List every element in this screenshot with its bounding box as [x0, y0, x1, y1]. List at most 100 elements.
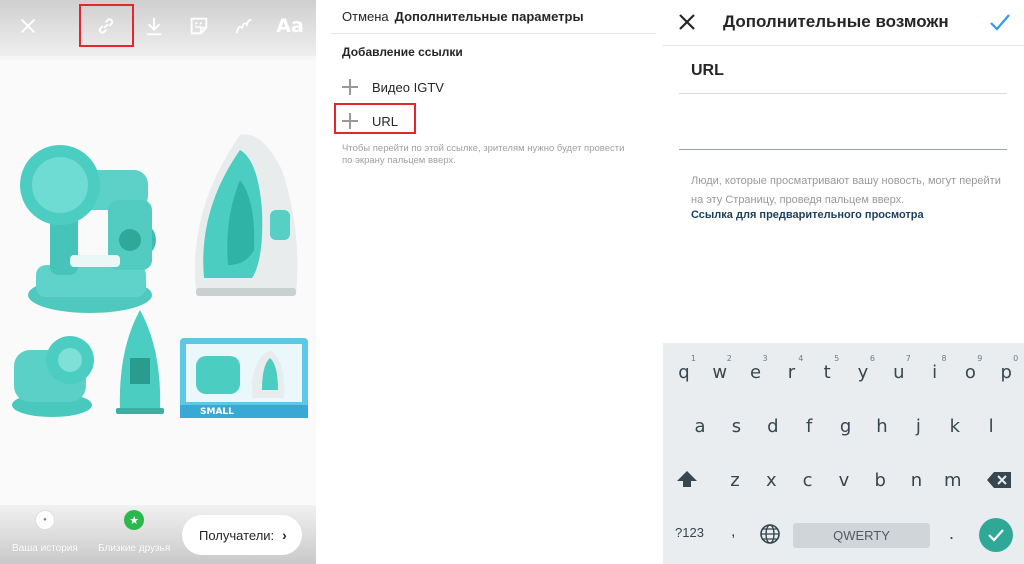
key-z[interactable]: z — [717, 460, 753, 500]
key-number-hint: 2 — [726, 354, 732, 363]
key-label: o — [964, 361, 976, 383]
story-photo: SMALL — [0, 60, 316, 510]
key-e[interactable]: 3e — [738, 349, 774, 389]
page-title: Дополнительные возможн — [723, 12, 949, 31]
preview-link[interactable]: Ссылка для предварительного просмотра — [691, 209, 924, 221]
url-item-highlight — [334, 103, 416, 134]
backspace-key[interactable] — [981, 460, 1017, 500]
link-icon-highlight — [79, 4, 134, 47]
story-bottom-bar: ● Ваша история ★ Близкие друзья Получате… — [0, 505, 316, 564]
key-label: q — [678, 361, 690, 383]
key-number-hint: 5 — [834, 354, 840, 363]
key-label: y — [857, 361, 869, 383]
key-number-hint: 7 — [905, 354, 911, 363]
shift-icon — [677, 471, 697, 487]
key-w[interactable]: 2w — [702, 349, 738, 389]
toy-sewing-machine-and-iron-image: SMALL — [12, 134, 308, 418]
key-j[interactable]: j — [900, 406, 936, 446]
close-icon[interactable] — [12, 10, 44, 42]
key-number-hint: 1 — [690, 354, 696, 363]
star-icon: ★ — [124, 510, 145, 530]
key-f[interactable]: f — [791, 406, 827, 446]
url-hint-text: Люди, которые просматривают вашу новость… — [691, 175, 1001, 206]
page-title: Дополнительные параметры — [394, 9, 584, 24]
symbols-key[interactable]: ?123 — [675, 525, 704, 540]
key-label: t — [823, 361, 831, 383]
extra-settings-panel: Отмена Дополнительные параметры Добавлен… — [330, 0, 656, 564]
key-n[interactable]: n — [899, 460, 935, 500]
check-icon[interactable] — [988, 10, 1012, 34]
section-title: Добавление ссылки — [342, 45, 463, 59]
key-number-hint: 9 — [977, 354, 983, 363]
your-story-button[interactable]: ● Ваша история — [12, 510, 78, 554]
key-m[interactable]: m — [935, 460, 971, 500]
key-label: r — [787, 361, 796, 383]
key-i[interactable]: 8i — [917, 349, 953, 389]
key-number-hint: 8 — [941, 354, 947, 363]
key-h[interactable]: h — [864, 406, 900, 446]
key-t[interactable]: 5t — [809, 349, 845, 389]
link-hint-text: Чтобы перейти по этой ссылке, зрителям н… — [342, 143, 625, 166]
recipients-button[interactable]: Получатели: › — [182, 515, 302, 555]
avatar: ● — [34, 510, 55, 530]
plus-icon — [342, 79, 358, 95]
settings-header: Отмена Дополнительные параметры — [330, 0, 656, 34]
keyboard-row-1: 1q2w3e4r5t6y7u8i9o0p — [663, 349, 1024, 389]
keyboard-row-2: asdfghjkl — [663, 406, 1024, 446]
enter-key[interactable] — [979, 518, 1013, 552]
space-key[interactable]: QWERTY — [793, 523, 930, 548]
key-l[interactable]: l — [973, 406, 1009, 446]
close-icon[interactable] — [675, 10, 699, 34]
key-k[interactable]: k — [937, 406, 973, 446]
backspace-icon — [987, 472, 1011, 488]
box-brand-text: SMALL — [200, 407, 234, 417]
key-c[interactable]: c — [790, 460, 826, 500]
download-icon[interactable] — [138, 10, 170, 42]
comma-key[interactable]: , — [731, 523, 735, 541]
keyboard-row-3: zxcvbnm — [663, 460, 1024, 500]
divider — [679, 93, 1007, 94]
key-p[interactable]: 0p — [988, 349, 1024, 389]
key-number-hint: 0 — [1013, 354, 1019, 363]
url-input-underline — [679, 149, 1007, 150]
key-r[interactable]: 4r — [773, 349, 809, 389]
key-v[interactable]: v — [826, 460, 862, 500]
on-screen-keyboard: 1q2w3e4r5t6y7u8i9o0p asdfghjkl zxcvbnm ?… — [663, 343, 1024, 564]
story-editor-panel: Aa SMALL ● Ваша история ★ Близкие друзья… — [0, 0, 316, 564]
shift-key[interactable] — [671, 460, 703, 500]
url-input[interactable] — [679, 100, 1007, 148]
url-form-panel: Дополнительные возможн URL Люди, которые… — [663, 0, 1024, 564]
key-number-hint: 6 — [869, 354, 875, 363]
language-key[interactable] — [759, 523, 781, 550]
key-label: p — [1000, 361, 1012, 383]
key-label: w — [712, 361, 728, 383]
key-b[interactable]: b — [862, 460, 898, 500]
add-igtv-video-item[interactable]: Видео IGTV — [342, 76, 444, 98]
globe-icon — [760, 524, 780, 544]
key-a[interactable]: a — [682, 406, 718, 446]
key-y[interactable]: 6y — [845, 349, 881, 389]
text-tool-button[interactable]: Aa — [274, 10, 306, 42]
key-number-hint: 3 — [762, 354, 768, 363]
key-label: u — [893, 361, 905, 383]
close-friends-button[interactable]: ★ Близкие друзья — [98, 510, 170, 554]
sticker-icon[interactable] — [183, 10, 215, 42]
key-g[interactable]: g — [828, 406, 864, 446]
key-u[interactable]: 7u — [881, 349, 917, 389]
key-d[interactable]: d — [755, 406, 791, 446]
draw-icon[interactable] — [228, 10, 260, 42]
key-label: i — [932, 361, 938, 383]
check-icon — [988, 529, 1004, 542]
key-label: e — [750, 361, 762, 383]
key-q[interactable]: 1q — [666, 349, 702, 389]
url-form-header: Дополнительные возможн — [663, 0, 1024, 46]
key-number-hint: 4 — [798, 354, 804, 363]
cancel-button[interactable]: Отмена — [342, 9, 389, 24]
story-toolbar: Aa — [0, 0, 316, 56]
url-field-label: URL — [691, 62, 724, 79]
key-s[interactable]: s — [718, 406, 754, 446]
key-o[interactable]: 9o — [952, 349, 988, 389]
period-key[interactable]: . — [949, 523, 954, 544]
key-x[interactable]: x — [753, 460, 789, 500]
chevron-right-icon: › — [282, 527, 287, 543]
